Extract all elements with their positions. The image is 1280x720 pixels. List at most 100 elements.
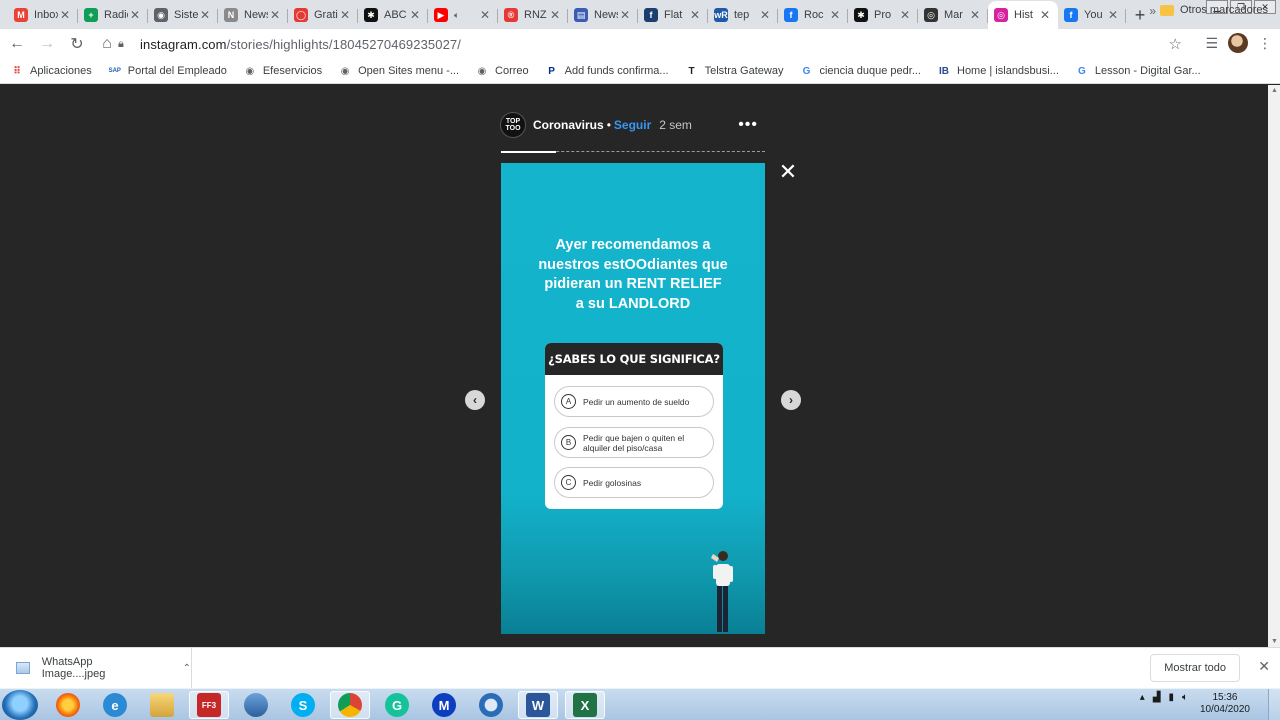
account-name[interactable]: Coronavirus (533, 118, 604, 132)
back-button[interactable]: ← (4, 31, 30, 57)
bookmark-item[interactable]: IB Home | islandsbusi... (937, 64, 1059, 78)
reload-button[interactable]: ↻ (64, 31, 90, 57)
next-story-button[interactable]: › (781, 390, 801, 410)
caption-line: pidieran un RENT RELIEF (544, 276, 722, 292)
bookmark-item[interactable]: ◉ Efeservicios (243, 64, 322, 78)
taskbar-clock[interactable]: 15:36 10/04/2020 (1200, 692, 1250, 716)
close-tab-icon[interactable]: ✕ (408, 8, 422, 22)
browser-tab[interactable]: ▤ News✕ (568, 1, 638, 29)
network-signal-icon[interactable]: ▟ (1153, 692, 1161, 703)
start-button[interactable] (2, 690, 38, 720)
chevron-up-icon[interactable]: ⌃ (183, 663, 191, 674)
close-tab-icon[interactable]: ✕ (968, 8, 982, 22)
browser-tab[interactable]: f Flat ✕ (638, 1, 708, 29)
profile-avatar[interactable] (1228, 33, 1248, 53)
story-card[interactable]: Ayer recomendamos a nuestros estOOdiante… (501, 163, 765, 634)
close-tab-icon[interactable]: ✕ (338, 8, 352, 22)
close-tab-icon[interactable]: ✕ (1106, 8, 1120, 22)
excel-icon: X (573, 693, 597, 717)
folder-icon (1159, 4, 1174, 16)
browser-tab[interactable]: ▶ 🔈︎ ✕ (428, 1, 498, 29)
taskbar-app[interactable] (471, 691, 511, 719)
browser-tab[interactable]: ◎ Hist ✕ (988, 1, 1058, 29)
browser-tab[interactable]: ✱ Pro ✕ (848, 1, 918, 29)
browser-tab[interactable]: f You ✕ (1058, 1, 1126, 29)
tab-label: You (1084, 9, 1103, 21)
close-tab-icon[interactable]: ✕ (758, 8, 772, 22)
previous-story-button[interactable]: ‹ (465, 390, 485, 410)
browser-tab[interactable]: M Inbox✕ (8, 1, 78, 29)
power-icon[interactable]: ▮ (1168, 692, 1174, 703)
close-tab-icon[interactable]: ✕ (58, 8, 72, 22)
bookmark-item[interactable]: T Telstra Gateway (685, 64, 784, 78)
account-logo[interactable]: TOP TOO (500, 112, 526, 138)
address-bar[interactable]: 🔒︎ instagram.com/stories/highlights/1804… (118, 31, 1200, 57)
bookmark-item[interactable]: P Add funds confirma... (545, 64, 668, 78)
close-tab-icon[interactable]: ✕ (128, 8, 142, 22)
close-tab-icon[interactable]: ✕ (548, 8, 562, 22)
taskbar-app[interactable]: FF3 (189, 691, 229, 719)
show-all-downloads-button[interactable]: Mostrar todo (1150, 654, 1240, 682)
taskbar-app[interactable]: G (377, 691, 417, 719)
taskbar-app[interactable]: W (518, 691, 558, 719)
volume-icon[interactable]: 🔈︎ (1182, 692, 1188, 703)
chrome-icon (338, 693, 362, 717)
browser-tab[interactable]: + Radio✕ (78, 1, 148, 29)
close-tab-icon[interactable]: ✕ (478, 8, 492, 22)
more-options-button[interactable]: ••• (738, 116, 758, 134)
bookmark-item[interactable]: Gciencia duque pedr... (799, 64, 921, 78)
home-button[interactable]: ⌂ (94, 31, 120, 57)
taskbar-app[interactable]: S (283, 691, 323, 719)
google-icon: G (802, 65, 811, 77)
bookmark-item[interactable]: SAP Portal del Empleado (108, 64, 227, 78)
taskbar-app[interactable] (142, 691, 182, 719)
quiz-option-a[interactable]: A Pedir un aumento de sueldo (554, 386, 714, 417)
taskbar-app[interactable] (48, 691, 88, 719)
bookmark-item[interactable]: ◉ Correo (475, 64, 529, 78)
taskbar-app[interactable]: M (424, 691, 464, 719)
download-shelf: WhatsApp Image....jpeg ⌃ Mostrar todo ✕ (0, 647, 1280, 688)
tray-arrow-icon[interactable]: ▴ (1140, 692, 1145, 703)
scroll-down-icon[interactable]: ▼ (1271, 638, 1278, 645)
browser-tab[interactable]: ® RNZ ✕ (498, 1, 568, 29)
reading-list-icon[interactable]: ☰ (1205, 35, 1218, 52)
vertical-scrollbar[interactable]: ▲ ▼ (1268, 85, 1280, 647)
bookmark-item[interactable]: ⠿ Aplicaciones (10, 64, 92, 78)
scroll-up-icon[interactable]: ▲ (1271, 87, 1278, 94)
other-bookmarks-folder[interactable]: Otros marcadores (1159, 4, 1268, 16)
browser-tab[interactable]: ✱ ABC ✕ (358, 1, 428, 29)
download-item[interactable]: WhatsApp Image....jpeg ⌃ (0, 648, 192, 688)
audio-playing-icon[interactable]: 🔈︎ (454, 10, 459, 21)
menu-dots-icon[interactable]: ⋮ (1258, 35, 1272, 52)
taskbar-app[interactable]: e (95, 691, 135, 719)
show-desktop-button[interactable] (1268, 689, 1280, 720)
close-tab-icon[interactable]: ✕ (828, 8, 842, 22)
bookmark-item[interactable]: ◉ Open Sites menu -... (338, 64, 459, 78)
taskbar-app[interactable] (236, 691, 276, 719)
bookmark-item[interactable]: G Lesson - Digital Gar... (1075, 64, 1201, 78)
browser-tab[interactable]: N News✕ (218, 1, 288, 29)
close-tab-icon[interactable]: ✕ (268, 8, 282, 22)
bookmarks-overflow-button[interactable]: » (1149, 4, 1156, 18)
close-tab-icon[interactable]: ✕ (898, 8, 912, 22)
close-tab-icon[interactable]: ✕ (198, 8, 212, 22)
browser-tab[interactable]: f Roc ✕ (778, 1, 848, 29)
browser-tab[interactable]: ◉ Sistema✕ (148, 1, 218, 29)
close-tab-icon[interactable]: ✕ (1038, 8, 1052, 22)
close-tab-icon[interactable]: ✕ (618, 8, 632, 22)
taskbar-app[interactable] (330, 691, 370, 719)
browser-tab[interactable]: ◎ Mar ✕ (918, 1, 988, 29)
close-tab-icon[interactable]: ✕ (688, 8, 702, 22)
close-story-button[interactable]: ✕ (778, 161, 798, 183)
bookmark-star-icon[interactable]: ☆ (1169, 35, 1182, 53)
quiz-option-c[interactable]: C Pedir golosinas (554, 467, 714, 498)
forward-button[interactable]: → (34, 31, 60, 57)
close-shelf-icon[interactable]: ✕ (1258, 658, 1270, 675)
follow-button[interactable]: Seguir (614, 118, 651, 132)
option-letter: A (561, 394, 576, 409)
quiz-option-b[interactable]: B Pedir que bajen o quiten el alquiler d… (554, 427, 714, 458)
wordreference-icon: wR (714, 8, 728, 22)
browser-tab[interactable]: wR tep ✕ (708, 1, 778, 29)
taskbar-app[interactable]: X (565, 691, 605, 719)
browser-tab[interactable]: ◯ Gratis✕ (288, 1, 358, 29)
